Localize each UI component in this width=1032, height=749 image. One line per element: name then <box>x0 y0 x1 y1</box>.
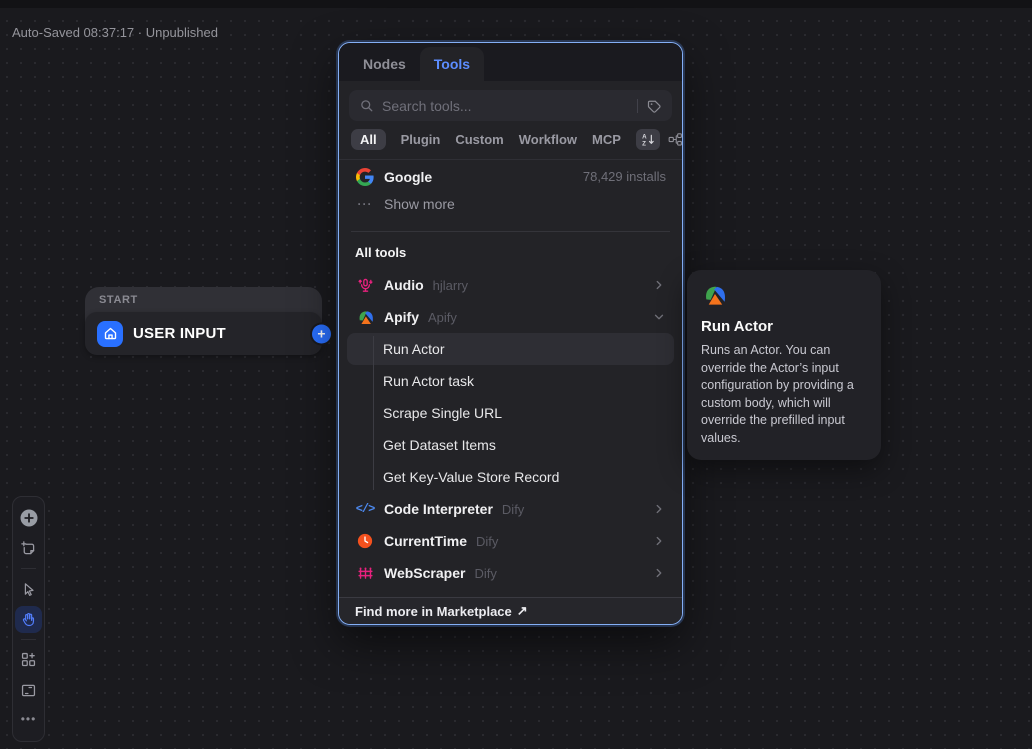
node-title: USER INPUT <box>133 325 226 342</box>
webscraper-icon <box>355 565 375 582</box>
external-link-icon: ↗ <box>517 603 528 619</box>
show-more-label: Show more <box>384 196 455 212</box>
provider-row-google[interactable]: Google 78,429 installs <box>347 163 674 190</box>
provider-row-webscraper[interactable]: WebScraper Dify <box>347 557 674 589</box>
more-tools-button[interactable]: ••• <box>15 708 42 735</box>
install-count: 78,429 installs <box>583 169 666 184</box>
home-icon <box>97 321 123 347</box>
tool-item-get-dataset-items[interactable]: Get Dataset Items <box>347 429 674 461</box>
tool-item-run-actor-task[interactable]: Run Actor task <box>347 365 674 397</box>
group-tree-icon[interactable] <box>663 129 683 150</box>
autosave-status: Auto-Saved 08:37:17 · Unpublished <box>12 25 218 40</box>
provider-author: Dify <box>474 566 496 581</box>
filter-all[interactable]: All <box>351 129 386 150</box>
all-tools-header: All tools <box>347 241 674 265</box>
organize-blocks-button[interactable] <box>15 646 42 673</box>
filter-custom[interactable]: Custom <box>455 132 503 147</box>
panel-tabs: Nodes Tools <box>339 43 682 81</box>
hand-tool-button[interactable] <box>15 606 42 633</box>
provider-author: hjlarry <box>433 278 468 293</box>
tool-item-scrape-single-url[interactable]: Scrape Single URL <box>347 397 674 429</box>
block-selector-panel: Nodes Tools All Plugin Custom Workflow M… <box>338 42 683 625</box>
provider-name: CurrentTime <box>384 533 467 549</box>
start-node-group[interactable]: START USER INPUT + <box>85 287 322 355</box>
tool-item-get-key-value-store-record[interactable]: Get Key-Value Store Record <box>347 461 674 493</box>
search-area <box>339 81 682 129</box>
provider-row-audio[interactable]: Audio hjlarry <box>347 269 674 301</box>
provider-name: Google <box>384 169 432 185</box>
divider <box>21 568 36 569</box>
user-input-node[interactable]: USER INPUT + <box>85 312 322 355</box>
provider-name: Audio <box>384 277 424 293</box>
tooltip-description: Runs an Actor. You can override the Acto… <box>701 342 867 447</box>
marketplace-link-label: Find more in Marketplace <box>355 604 512 619</box>
chevron-down-icon <box>652 310 666 324</box>
marketplace-link[interactable]: Find more in Marketplace ↗ <box>339 597 682 624</box>
filter-plugin[interactable]: Plugin <box>401 132 441 147</box>
add-note-button[interactable] <box>15 535 42 562</box>
fit-view-button[interactable] <box>15 677 42 704</box>
add-next-node-button[interactable]: + <box>312 324 331 343</box>
add-node-button[interactable] <box>15 504 42 531</box>
svg-text:Z: Z <box>642 140 646 147</box>
tooltip-title: Run Actor <box>701 318 867 335</box>
canvas-toolbar: ••• <box>12 496 45 742</box>
chevron-right-icon <box>652 278 666 292</box>
filter-workflow[interactable]: Workflow <box>519 132 577 147</box>
audio-icon <box>355 277 375 294</box>
code-interpreter-icon: </> <box>355 502 375 516</box>
provider-author: Apify <box>428 310 457 325</box>
clock-icon <box>355 532 375 550</box>
window-chrome-strip <box>0 0 1032 8</box>
sort-az-icon[interactable]: AZ <box>636 129 660 150</box>
divider <box>637 99 638 113</box>
ellipsis-icon: ··· <box>355 197 375 211</box>
provider-row-currenttime[interactable]: CurrentTime Dify <box>347 525 674 557</box>
divider <box>21 639 36 640</box>
provider-author: Dify <box>476 534 498 549</box>
tool-detail-tooltip: Run Actor Runs an Actor. You can overrid… <box>687 270 881 460</box>
show-more-row[interactable]: ··· Show more <box>347 190 674 218</box>
search-input[interactable] <box>382 98 629 114</box>
provider-name: WebScraper <box>384 565 465 581</box>
pointer-tool-button[interactable] <box>15 575 42 602</box>
apify-tools-sublist: Run Actor Run Actor task Scrape Single U… <box>347 333 674 493</box>
provider-author: Dify <box>502 502 524 517</box>
tab-tools[interactable]: Tools <box>420 47 484 81</box>
chevron-right-icon <box>652 566 666 580</box>
provider-name: Apify <box>384 309 419 325</box>
apify-icon <box>701 282 867 309</box>
search-icon <box>359 98 374 113</box>
tab-nodes[interactable]: Nodes <box>349 47 420 81</box>
provider-row-code-interpreter[interactable]: </> Code Interpreter Dify <box>347 493 674 525</box>
chevron-right-icon <box>652 502 666 516</box>
provider-name: Code Interpreter <box>384 501 493 517</box>
tools-list: Google 78,429 installs ··· Show more All… <box>339 160 682 597</box>
filter-mcp[interactable]: MCP <box>592 132 621 147</box>
filter-tabs: All Plugin Custom Workflow MCP AZ <box>339 129 682 160</box>
start-group-label: START <box>85 287 322 312</box>
divider <box>351 231 670 232</box>
search-box[interactable] <box>349 90 672 121</box>
chevron-right-icon <box>652 534 666 548</box>
apify-icon <box>355 308 375 327</box>
provider-row-apify[interactable]: Apify Apify <box>347 301 674 333</box>
tool-item-run-actor[interactable]: Run Actor <box>347 333 674 365</box>
tag-filter-icon[interactable] <box>646 98 662 114</box>
google-icon <box>355 168 375 186</box>
